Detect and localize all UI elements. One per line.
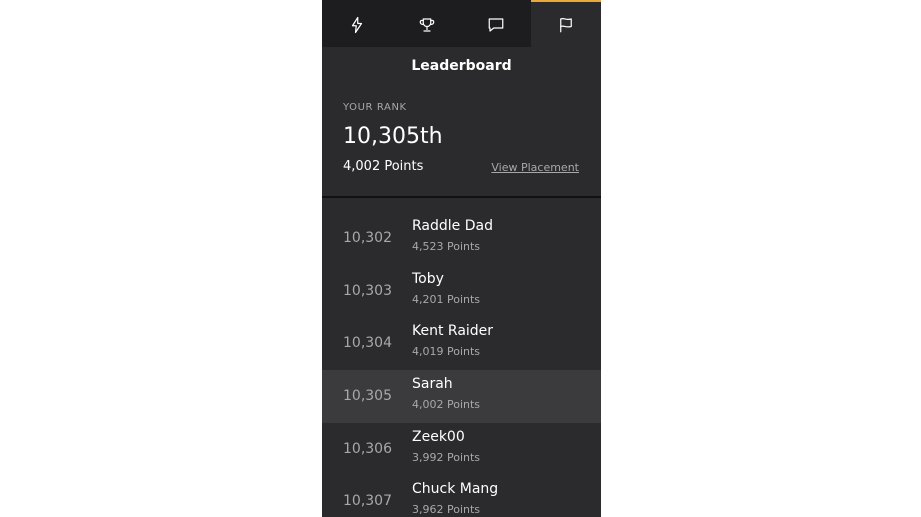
row-player-name: Zeek00 bbox=[412, 428, 465, 445]
row-player-name: Kent Raider bbox=[412, 323, 494, 340]
divider bbox=[322, 196, 601, 198]
row-rank: 10,305 bbox=[343, 388, 392, 405]
row-points: 4,201 Points bbox=[412, 292, 481, 306]
row-rank: 10,303 bbox=[343, 282, 392, 299]
flag-icon bbox=[560, 17, 572, 32]
tab-bar bbox=[322, 0, 601, 47]
tab-leaderboard[interactable] bbox=[531, 0, 601, 47]
your-rank-value: 10,305th bbox=[343, 124, 443, 149]
your-points: 4,002 Points bbox=[343, 159, 424, 174]
row-player-name: Raddle Dad bbox=[412, 218, 493, 234]
row-player-name: Sarah bbox=[412, 376, 453, 393]
row-points: 4,019 Points bbox=[412, 345, 481, 359]
leaderboard-row[interactable]: 10,304 Kent Raider 4,019 Points bbox=[322, 317, 601, 370]
row-rank: 10,307 bbox=[343, 493, 392, 510]
row-points: 3,962 Points bbox=[412, 503, 481, 517]
row-rank: 10,306 bbox=[343, 440, 392, 457]
leaderboard-row[interactable]: 10,302 Raddle Dad 4,523 Points bbox=[322, 212, 601, 265]
lightning-icon bbox=[351, 16, 362, 33]
tab-activity[interactable] bbox=[322, 0, 392, 47]
leaderboard-list: 10,302 Raddle Dad 4,523 Points 10,303 To… bbox=[322, 212, 601, 517]
leaderboard-row[interactable]: 10,303 Toby 4,201 Points bbox=[322, 265, 601, 318]
row-points: 3,992 Points bbox=[412, 450, 481, 464]
view-placement-link[interactable]: View Placement bbox=[491, 161, 579, 174]
tab-trophy[interactable] bbox=[392, 0, 462, 47]
row-player-name: Chuck Mang bbox=[412, 481, 499, 498]
leaderboard-row-current-user[interactable]: 10,305 Sarah 4,002 Points bbox=[322, 370, 601, 423]
leaderboard-row[interactable]: 10,306 Zeek00 3,992 Points bbox=[322, 423, 601, 476]
tab-chat[interactable] bbox=[462, 0, 532, 47]
your-rank-label: YOUR RANK bbox=[343, 102, 407, 113]
row-rank: 10,302 bbox=[343, 230, 392, 246]
row-points: 4,523 Points bbox=[412, 240, 481, 253]
row-points: 4,002 Points bbox=[412, 398, 481, 412]
row-player-name: Toby bbox=[412, 270, 444, 287]
chat-icon bbox=[489, 17, 504, 32]
row-rank: 10,304 bbox=[343, 335, 392, 352]
leaderboard-row[interactable]: 10,307 Chuck Mang 3,962 Points bbox=[322, 475, 601, 517]
page-title: Leaderboard bbox=[411, 58, 512, 74]
leaderboard-panel: Leaderboard YOUR RANK 10,305th 4,002 Poi… bbox=[322, 0, 601, 517]
trophy-icon bbox=[419, 17, 434, 32]
